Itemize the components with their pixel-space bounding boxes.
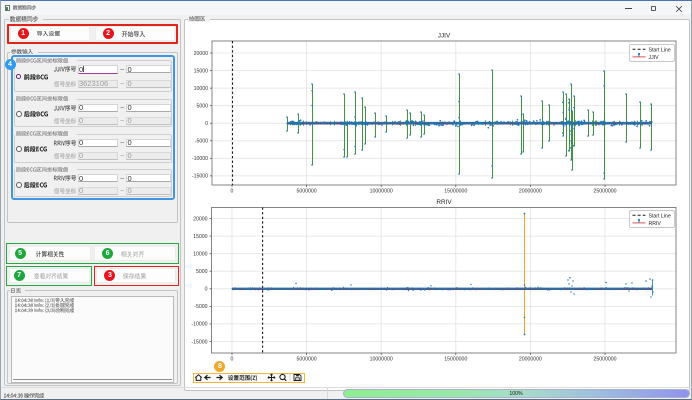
svg-text:25000000: 25000000: [593, 357, 616, 363]
svg-text:5000: 5000: [196, 269, 208, 275]
svg-text:5000000: 5000000: [296, 357, 316, 363]
svg-text:JJIV: JJIV: [438, 33, 451, 40]
svg-text:5000000: 5000000: [296, 189, 316, 195]
svg-text:5000: 5000: [196, 104, 208, 110]
svg-text:RRIV: RRIV: [436, 199, 452, 206]
svg-text:JJIV: JJIV: [649, 55, 660, 61]
svg-text:-5000: -5000: [195, 139, 208, 145]
svg-text:15000: 15000: [194, 68, 209, 74]
svg-text:-10000: -10000: [192, 156, 208, 162]
svg-text:10000000: 10000000: [370, 357, 393, 363]
svg-text:0: 0: [231, 189, 234, 195]
svg-text:0: 0: [205, 121, 208, 127]
svg-text:20000: 20000: [193, 216, 208, 222]
svg-text:Start Line: Start Line: [649, 47, 671, 53]
svg-text:15000: 15000: [193, 234, 208, 240]
svg-text:10000: 10000: [194, 86, 209, 92]
svg-text:20000000: 20000000: [519, 357, 542, 363]
svg-text:0: 0: [231, 357, 234, 363]
svg-text:-15000: -15000: [191, 339, 207, 345]
svg-text:-15000: -15000: [192, 174, 208, 180]
svg-text:-10000: -10000: [191, 322, 207, 328]
svg-text:10000: 10000: [193, 252, 208, 258]
svg-text:20000: 20000: [194, 51, 209, 57]
svg-text:15000000: 15000000: [444, 189, 467, 195]
svg-text:20000000: 20000000: [519, 189, 542, 195]
svg-text:25000000: 25000000: [593, 189, 616, 195]
svg-text:0: 0: [205, 287, 208, 293]
svg-text:-5000: -5000: [194, 304, 207, 310]
svg-text:RRIV: RRIV: [649, 221, 662, 227]
svg-text:Start Line: Start Line: [649, 213, 671, 219]
svg-text:15000000: 15000000: [444, 357, 467, 363]
svg-text:10000000: 10000000: [370, 189, 393, 195]
